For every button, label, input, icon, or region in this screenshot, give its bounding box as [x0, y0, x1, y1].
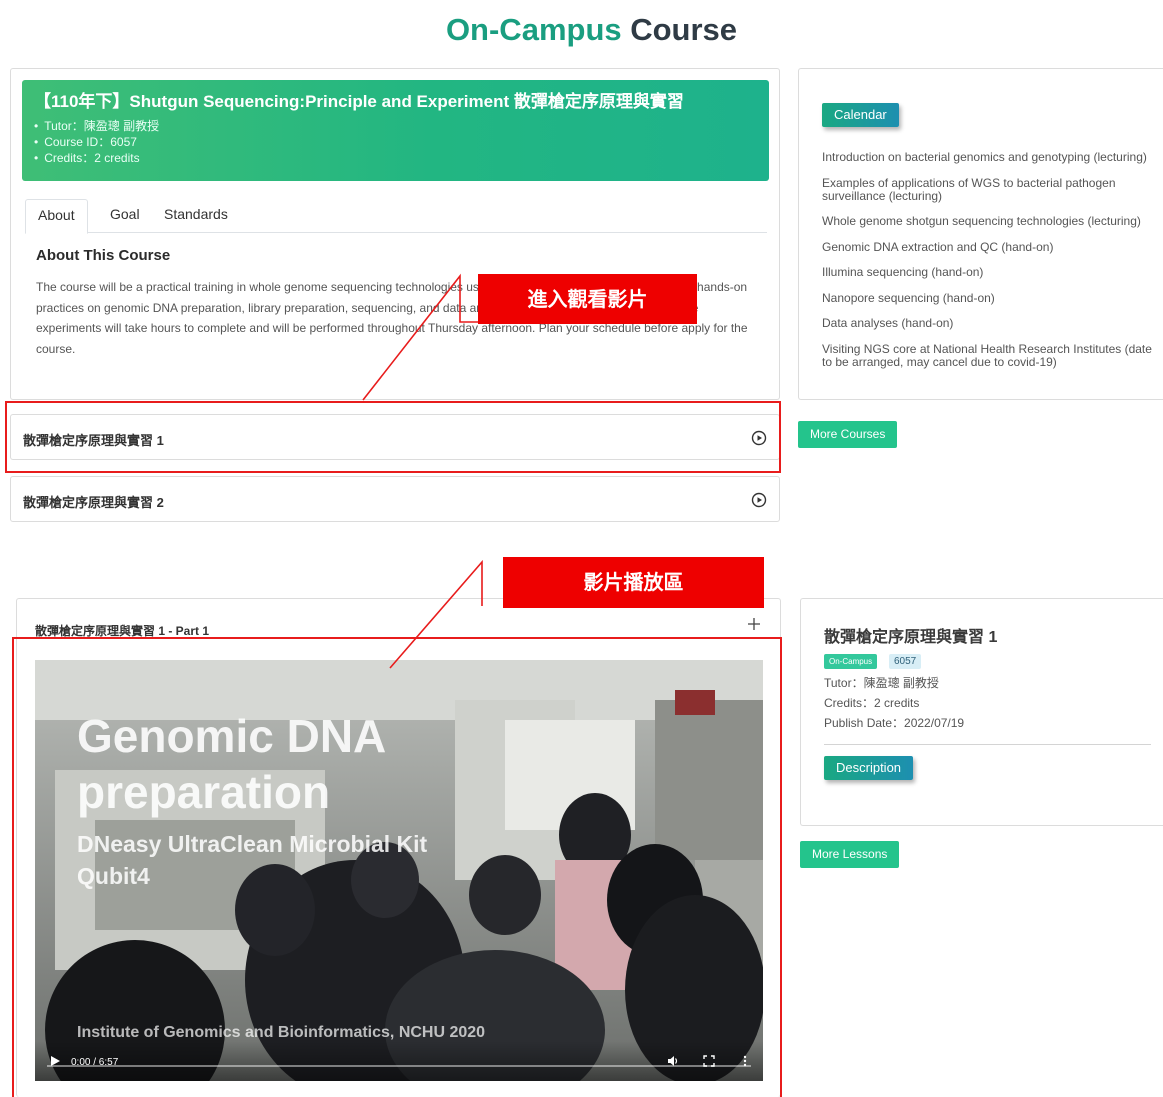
annotation-label-player-area: 影片播放區: [503, 557, 764, 608]
annotation-label-enter-video: 進入觀看影片: [478, 274, 697, 324]
annotation-lines: [362, 273, 483, 669]
